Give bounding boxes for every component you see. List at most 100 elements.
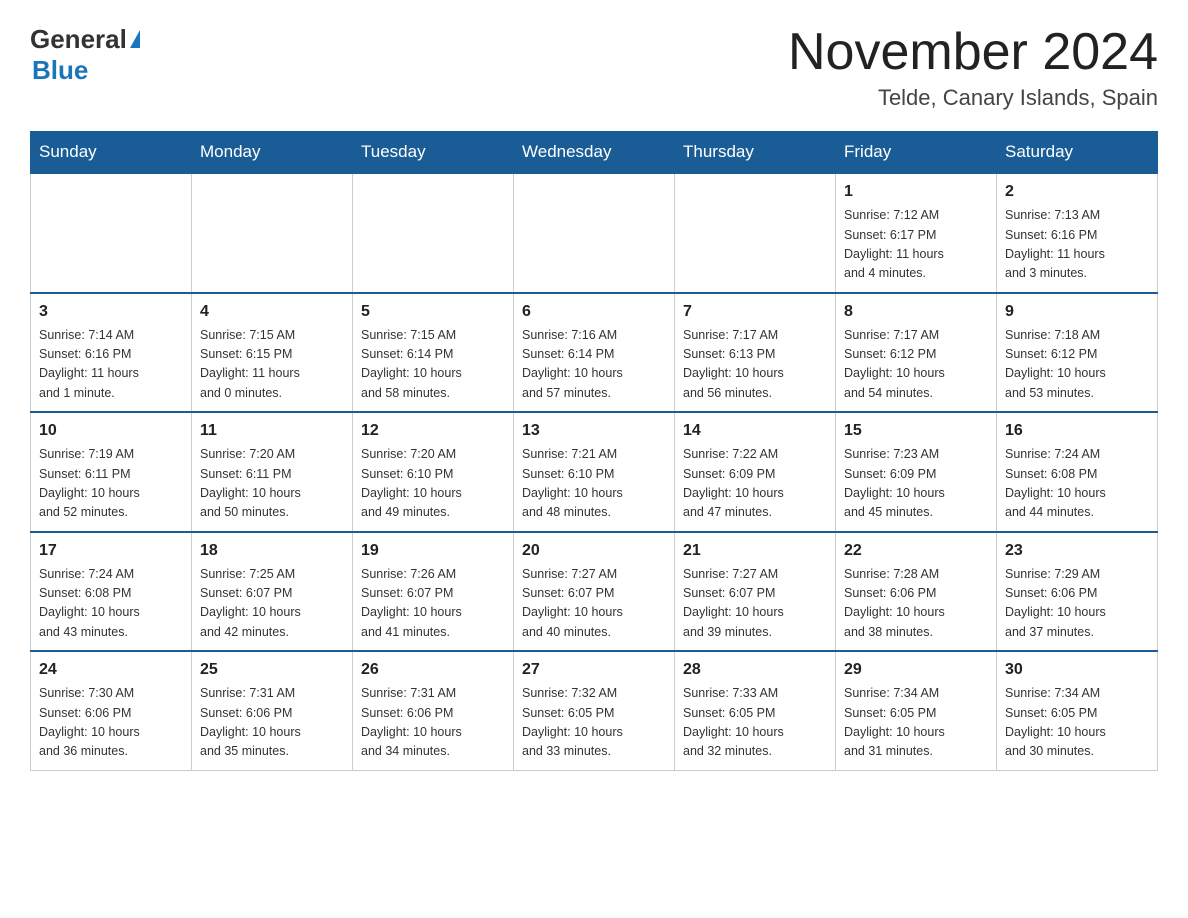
day-info: Sunrise: 7:20 AMSunset: 6:10 PMDaylight:… <box>361 445 505 523</box>
day-info: Sunrise: 7:27 AMSunset: 6:07 PMDaylight:… <box>683 565 827 643</box>
day-number: 12 <box>361 419 505 443</box>
calendar-cell: 2Sunrise: 7:13 AMSunset: 6:16 PMDaylight… <box>997 173 1158 293</box>
day-number: 17 <box>39 539 183 563</box>
day-info: Sunrise: 7:17 AMSunset: 6:12 PMDaylight:… <box>844 326 988 404</box>
calendar-cell: 14Sunrise: 7:22 AMSunset: 6:09 PMDayligh… <box>675 412 836 532</box>
calendar-cell: 15Sunrise: 7:23 AMSunset: 6:09 PMDayligh… <box>836 412 997 532</box>
weekday-header-saturday: Saturday <box>997 132 1158 174</box>
day-number: 22 <box>844 539 988 563</box>
day-number: 2 <box>1005 180 1149 204</box>
day-info: Sunrise: 7:26 AMSunset: 6:07 PMDaylight:… <box>361 565 505 643</box>
location-subtitle: Telde, Canary Islands, Spain <box>788 85 1158 111</box>
header: General Blue November 2024 Telde, Canary… <box>30 24 1158 111</box>
calendar-cell: 19Sunrise: 7:26 AMSunset: 6:07 PMDayligh… <box>353 532 514 652</box>
day-info: Sunrise: 7:32 AMSunset: 6:05 PMDaylight:… <box>522 684 666 762</box>
day-info: Sunrise: 7:33 AMSunset: 6:05 PMDaylight:… <box>683 684 827 762</box>
day-info: Sunrise: 7:31 AMSunset: 6:06 PMDaylight:… <box>200 684 344 762</box>
day-info: Sunrise: 7:23 AMSunset: 6:09 PMDaylight:… <box>844 445 988 523</box>
calendar-cell: 23Sunrise: 7:29 AMSunset: 6:06 PMDayligh… <box>997 532 1158 652</box>
day-info: Sunrise: 7:22 AMSunset: 6:09 PMDaylight:… <box>683 445 827 523</box>
day-number: 26 <box>361 658 505 682</box>
day-info: Sunrise: 7:15 AMSunset: 6:15 PMDaylight:… <box>200 326 344 404</box>
logo-blue-text: Blue <box>32 55 88 86</box>
logo-general-text: General <box>30 24 127 55</box>
weekday-header-row: SundayMondayTuesdayWednesdayThursdayFrid… <box>31 132 1158 174</box>
weekday-header-wednesday: Wednesday <box>514 132 675 174</box>
day-number: 11 <box>200 419 344 443</box>
day-number: 9 <box>1005 300 1149 324</box>
day-number: 25 <box>200 658 344 682</box>
calendar-cell: 26Sunrise: 7:31 AMSunset: 6:06 PMDayligh… <box>353 651 514 770</box>
weekday-header-sunday: Sunday <box>31 132 192 174</box>
day-number: 6 <box>522 300 666 324</box>
logo: General Blue <box>30 24 140 86</box>
calendar-cell: 18Sunrise: 7:25 AMSunset: 6:07 PMDayligh… <box>192 532 353 652</box>
day-info: Sunrise: 7:24 AMSunset: 6:08 PMDaylight:… <box>39 565 183 643</box>
calendar-cell: 4Sunrise: 7:15 AMSunset: 6:15 PMDaylight… <box>192 293 353 413</box>
calendar-cell: 9Sunrise: 7:18 AMSunset: 6:12 PMDaylight… <box>997 293 1158 413</box>
calendar-cell: 21Sunrise: 7:27 AMSunset: 6:07 PMDayligh… <box>675 532 836 652</box>
day-number: 7 <box>683 300 827 324</box>
calendar-cell <box>675 173 836 293</box>
day-info: Sunrise: 7:25 AMSunset: 6:07 PMDaylight:… <box>200 565 344 643</box>
day-info: Sunrise: 7:16 AMSunset: 6:14 PMDaylight:… <box>522 326 666 404</box>
day-info: Sunrise: 7:30 AMSunset: 6:06 PMDaylight:… <box>39 684 183 762</box>
day-number: 14 <box>683 419 827 443</box>
calendar-cell: 8Sunrise: 7:17 AMSunset: 6:12 PMDaylight… <box>836 293 997 413</box>
month-year-title: November 2024 <box>788 24 1158 81</box>
calendar-table: SundayMondayTuesdayWednesdayThursdayFrid… <box>30 131 1158 771</box>
day-number: 30 <box>1005 658 1149 682</box>
day-info: Sunrise: 7:24 AMSunset: 6:08 PMDaylight:… <box>1005 445 1149 523</box>
calendar-cell: 1Sunrise: 7:12 AMSunset: 6:17 PMDaylight… <box>836 173 997 293</box>
day-info: Sunrise: 7:18 AMSunset: 6:12 PMDaylight:… <box>1005 326 1149 404</box>
calendar-cell: 25Sunrise: 7:31 AMSunset: 6:06 PMDayligh… <box>192 651 353 770</box>
day-info: Sunrise: 7:15 AMSunset: 6:14 PMDaylight:… <box>361 326 505 404</box>
calendar-week-row: 17Sunrise: 7:24 AMSunset: 6:08 PMDayligh… <box>31 532 1158 652</box>
calendar-cell: 13Sunrise: 7:21 AMSunset: 6:10 PMDayligh… <box>514 412 675 532</box>
day-info: Sunrise: 7:28 AMSunset: 6:06 PMDaylight:… <box>844 565 988 643</box>
day-info: Sunrise: 7:14 AMSunset: 6:16 PMDaylight:… <box>39 326 183 404</box>
calendar-cell: 24Sunrise: 7:30 AMSunset: 6:06 PMDayligh… <box>31 651 192 770</box>
calendar-cell: 5Sunrise: 7:15 AMSunset: 6:14 PMDaylight… <box>353 293 514 413</box>
day-number: 8 <box>844 300 988 324</box>
day-number: 5 <box>361 300 505 324</box>
calendar-cell: 17Sunrise: 7:24 AMSunset: 6:08 PMDayligh… <box>31 532 192 652</box>
day-number: 21 <box>683 539 827 563</box>
calendar-cell <box>31 173 192 293</box>
day-number: 1 <box>844 180 988 204</box>
day-number: 29 <box>844 658 988 682</box>
day-info: Sunrise: 7:34 AMSunset: 6:05 PMDaylight:… <box>844 684 988 762</box>
day-info: Sunrise: 7:12 AMSunset: 6:17 PMDaylight:… <box>844 206 988 284</box>
calendar-cell: 29Sunrise: 7:34 AMSunset: 6:05 PMDayligh… <box>836 651 997 770</box>
calendar-cell <box>514 173 675 293</box>
day-info: Sunrise: 7:31 AMSunset: 6:06 PMDaylight:… <box>361 684 505 762</box>
day-info: Sunrise: 7:29 AMSunset: 6:06 PMDaylight:… <box>1005 565 1149 643</box>
day-info: Sunrise: 7:17 AMSunset: 6:13 PMDaylight:… <box>683 326 827 404</box>
calendar-cell <box>353 173 514 293</box>
day-number: 18 <box>200 539 344 563</box>
day-number: 20 <box>522 539 666 563</box>
calendar-cell: 20Sunrise: 7:27 AMSunset: 6:07 PMDayligh… <box>514 532 675 652</box>
day-info: Sunrise: 7:13 AMSunset: 6:16 PMDaylight:… <box>1005 206 1149 284</box>
calendar-cell <box>192 173 353 293</box>
day-number: 10 <box>39 419 183 443</box>
weekday-header-thursday: Thursday <box>675 132 836 174</box>
day-number: 16 <box>1005 419 1149 443</box>
day-number: 4 <box>200 300 344 324</box>
calendar-week-row: 24Sunrise: 7:30 AMSunset: 6:06 PMDayligh… <box>31 651 1158 770</box>
day-number: 15 <box>844 419 988 443</box>
calendar-cell: 30Sunrise: 7:34 AMSunset: 6:05 PMDayligh… <box>997 651 1158 770</box>
calendar-cell: 12Sunrise: 7:20 AMSunset: 6:10 PMDayligh… <box>353 412 514 532</box>
day-number: 28 <box>683 658 827 682</box>
logo-triangle-icon <box>130 30 140 48</box>
calendar-cell: 3Sunrise: 7:14 AMSunset: 6:16 PMDaylight… <box>31 293 192 413</box>
weekday-header-monday: Monday <box>192 132 353 174</box>
calendar-cell: 11Sunrise: 7:20 AMSunset: 6:11 PMDayligh… <box>192 412 353 532</box>
calendar-week-row: 1Sunrise: 7:12 AMSunset: 6:17 PMDaylight… <box>31 173 1158 293</box>
day-number: 27 <box>522 658 666 682</box>
day-number: 24 <box>39 658 183 682</box>
weekday-header-tuesday: Tuesday <box>353 132 514 174</box>
calendar-cell: 7Sunrise: 7:17 AMSunset: 6:13 PMDaylight… <box>675 293 836 413</box>
weekday-header-friday: Friday <box>836 132 997 174</box>
calendar-cell: 16Sunrise: 7:24 AMSunset: 6:08 PMDayligh… <box>997 412 1158 532</box>
